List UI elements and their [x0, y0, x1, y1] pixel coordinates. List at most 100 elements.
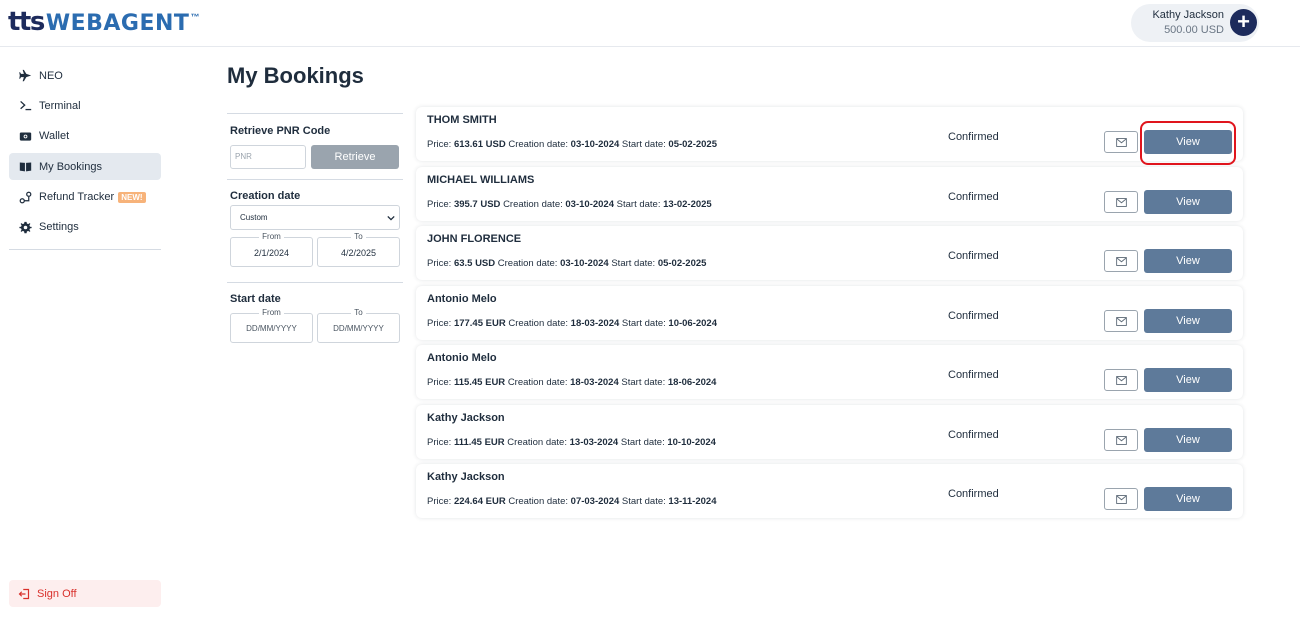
booking-creation-date: 03-10-2024 [570, 139, 620, 150]
booking-price: 395.7 USD [453, 199, 501, 210]
sign-off-label: Sign Off [37, 587, 77, 600]
user-name: Kathy Jackson [1152, 9, 1224, 21]
filter-divider [227, 113, 403, 114]
email-button[interactable] [1104, 369, 1138, 391]
creation-date-to[interactable]: To 4/2/2025 [317, 232, 400, 267]
new-badge: NEW! [118, 191, 146, 203]
chevron-down-icon [387, 215, 395, 221]
booking-start-date: 05-02-2025 [668, 139, 718, 150]
sign-off-button[interactable]: Sign Off [9, 580, 161, 607]
booking-card: Antonio Melo Price: 115.45 EUR Creation d… [416, 345, 1243, 399]
view-button[interactable]: View [1144, 309, 1232, 333]
price-label: Price: [427, 199, 452, 210]
booking-status: Confirmed [948, 429, 999, 441]
view-button[interactable]: View [1144, 368, 1232, 392]
booking-price: 115.45 EUR [453, 377, 506, 388]
start-from-value: DD/MM/YYYY [246, 324, 297, 333]
page-title: My Bookings [227, 63, 364, 88]
creation-date-label: Creation date: [508, 318, 569, 329]
view-button[interactable]: View [1144, 487, 1232, 511]
view-button[interactable]: View [1144, 249, 1232, 273]
sidebar-divider [9, 249, 161, 250]
sidebar-item-label: Settings [39, 221, 79, 234]
booking-start-date: 18-06-2024 [667, 377, 717, 388]
booking-details: Price: 395.7 USD Creation date: 03-10-20… [427, 199, 712, 210]
booking-passenger-name: MICHAEL WILLIAMS [427, 174, 535, 186]
logo-sub: WEBAGENT [45, 11, 190, 36]
logo-main: tts [8, 7, 45, 37]
sidebar-item-label: Terminal [39, 99, 81, 112]
booking-creation-date: 07-03-2024 [570, 496, 620, 507]
booking-creation-date: 03-10-2024 [560, 258, 609, 269]
view-button[interactable]: View [1144, 130, 1232, 154]
wallet-icon [18, 129, 32, 143]
booking-creation-date: 13-03-2024 [569, 437, 619, 448]
filter-divider [227, 179, 403, 180]
add-funds-button[interactable]: + [1230, 9, 1257, 36]
envelope-icon [1115, 256, 1127, 266]
email-button[interactable] [1104, 488, 1138, 510]
booking-start-date: 05-02-2025 [657, 258, 707, 269]
price-label: Price: [427, 139, 452, 150]
booking-start-date: 13-11-2024 [668, 496, 717, 507]
booking-start-date: 10-06-2024 [668, 318, 718, 329]
start-date-from[interactable]: From DD/MM/YYYY [230, 308, 313, 343]
creation-date-from[interactable]: From 2/1/2024 [230, 232, 313, 267]
start-to-legend: To [351, 308, 366, 317]
pnr-label: Retrieve PNR Code [230, 125, 331, 137]
booking-card: MICHAEL WILLIAMS Price: 395.7 USD Creatio… [416, 167, 1243, 221]
envelope-icon [1115, 435, 1127, 445]
user-account-box[interactable]: Kathy Jackson 500.00 USD + [1131, 4, 1259, 42]
creation-date-label: Creation date: [508, 496, 569, 507]
envelope-icon [1115, 197, 1127, 207]
creation-date-label: Creation date: [507, 377, 568, 388]
booking-status: Confirmed [948, 310, 999, 322]
booking-card: THOM SMITH Price: 613.61 USD Creation dat… [416, 107, 1243, 161]
sidebar-item-terminal[interactable]: Terminal [9, 92, 161, 119]
email-button[interactable] [1104, 250, 1138, 272]
view-button[interactable]: View [1144, 428, 1232, 452]
envelope-icon [1115, 137, 1127, 147]
booking-passenger-name: Kathy Jackson [427, 412, 505, 424]
sidebar-item-neo[interactable]: NEO [9, 62, 161, 89]
sidebar-item-label: Wallet [39, 130, 70, 143]
sidebar-item-refund-tracker[interactable]: Refund Tracker NEW! [9, 184, 161, 211]
email-button[interactable] [1104, 191, 1138, 213]
booking-details: Price: 613.61 USD Creation date: 03-10-2… [427, 139, 717, 150]
booking-status: Confirmed [948, 131, 999, 143]
creation-date-label: Creation date: [503, 199, 563, 210]
gear-icon [18, 220, 32, 234]
creation-to-legend: To [351, 232, 366, 241]
creation-date-label: Creation date: [508, 139, 569, 150]
view-button[interactable]: View [1144, 190, 1232, 214]
booking-details: Price: 111.45 EUR Creation date: 13-03-2… [427, 437, 716, 448]
book-icon [18, 160, 32, 174]
booking-price: 63.5 USD [453, 258, 496, 269]
price-label: Price: [427, 318, 452, 329]
sidebar-item-label: My Bookings [39, 160, 102, 173]
booking-passenger-name: THOM SMITH [427, 114, 497, 126]
booking-card: Kathy Jackson Price: 111.45 EUR Creation … [416, 405, 1243, 459]
creation-date-label: Creation date [230, 190, 301, 202]
email-button[interactable] [1104, 131, 1138, 153]
booking-details: Price: 63.5 USD Creation date: 03-10-202… [427, 258, 706, 269]
start-date-label: Start date: [621, 318, 666, 329]
sidebar-item-settings[interactable]: Settings [9, 214, 161, 241]
creation-date-select[interactable]: Custom [230, 205, 400, 230]
price-label: Price: [427, 437, 452, 448]
start-date-to[interactable]: To DD/MM/YYYY [317, 308, 400, 343]
booking-card: Kathy Jackson Price: 224.64 EUR Creation … [416, 464, 1243, 518]
plane-icon [18, 69, 32, 83]
email-button[interactable] [1104, 310, 1138, 332]
booking-passenger-name: Kathy Jackson [427, 471, 505, 483]
booking-price: 613.61 USD [453, 139, 506, 150]
app-logo[interactable]: tts WEBAGENT ™ [8, 8, 199, 38]
sidebar-item-wallet[interactable]: Wallet [9, 123, 161, 150]
booking-price: 177.45 EUR [453, 318, 506, 329]
start-date-label: Start date: [621, 139, 666, 150]
sidebar-item-my-bookings[interactable]: My Bookings [9, 153, 161, 181]
email-button[interactable] [1104, 429, 1138, 451]
creation-to-value: 4/2/2025 [340, 248, 377, 258]
retrieve-button[interactable]: Retrieve [311, 145, 399, 169]
pnr-input[interactable]: PNR [230, 145, 306, 169]
